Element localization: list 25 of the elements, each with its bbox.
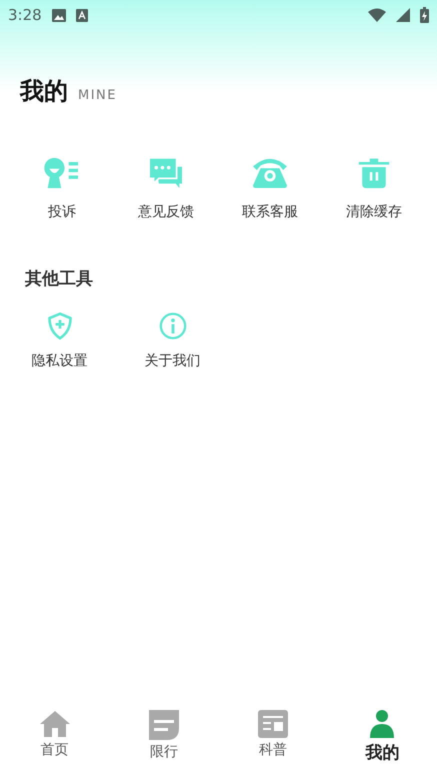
image-icon <box>52 8 66 22</box>
person-icon <box>369 710 396 738</box>
note-icon <box>148 710 179 740</box>
page-subtitle: MINE <box>78 88 117 103</box>
info-icon <box>158 312 188 340</box>
tab[interactable]: 科普 <box>218 710 328 764</box>
home-icon <box>38 710 71 738</box>
menu-item[interactable]: 隐私设置 <box>3 312 116 370</box>
section-title: 其他工具 <box>25 268 94 290</box>
tab[interactable]: 限行 <box>109 710 218 764</box>
newspaper-icon <box>258 710 288 738</box>
cell-signal-icon <box>396 8 410 22</box>
menu-item[interactable]: 关于我们 <box>116 312 229 370</box>
menu-item[interactable]: 投诉 <box>10 157 114 221</box>
menu-item[interactable]: 联系客服 <box>218 157 322 221</box>
menu-item[interactable]: 意见反馈 <box>114 157 218 221</box>
wifi-icon <box>368 8 386 22</box>
telephone-icon <box>250 157 290 189</box>
status-time: 3:28 <box>8 6 42 24</box>
page-title: 我的 <box>20 76 68 107</box>
tab[interactable]: 首页 <box>0 710 110 764</box>
tab[interactable]: 我的 <box>328 710 437 764</box>
menu-item[interactable]: 清除缓存 <box>322 157 426 221</box>
app-notification-icon <box>76 8 88 22</box>
battery-icon <box>420 7 429 23</box>
